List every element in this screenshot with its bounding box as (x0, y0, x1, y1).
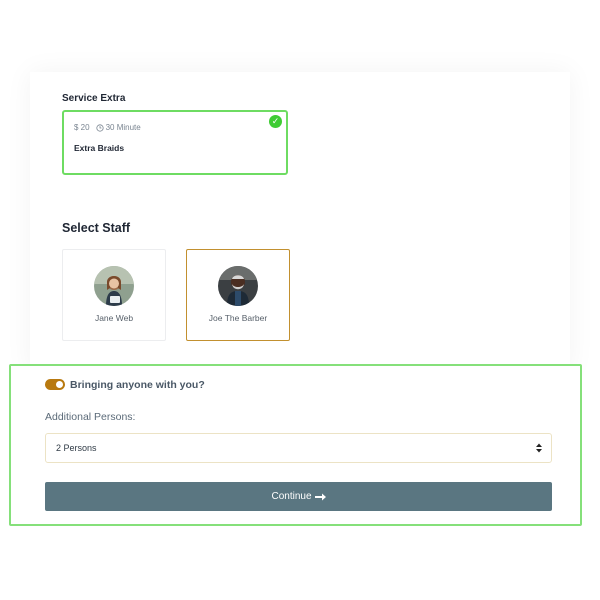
service-extra-name: Extra Braids (74, 143, 125, 153)
avatar (218, 266, 258, 306)
bring-guests-toggle[interactable] (45, 379, 65, 390)
toggle-knob (56, 381, 63, 388)
clock-icon (95, 123, 104, 132)
continue-button[interactable]: Continue (45, 482, 552, 511)
avatar (94, 266, 134, 306)
service-extra-title: Service Extra (62, 93, 126, 104)
service-extra-duration: 30 Minute (105, 123, 141, 132)
staff-card-jane-web[interactable]: Jane Web (62, 249, 166, 341)
staff-name: Jane Web (94, 313, 134, 323)
staff-photo (218, 266, 258, 306)
staff-card-joe-the-barber[interactable]: Joe The Barber (186, 249, 290, 341)
service-extra-option[interactable]: ✓ $ 20 30 Minute Extra Braids (62, 110, 288, 175)
staff-photo (94, 266, 134, 306)
service-extra-duration-group: 30 Minute (95, 123, 141, 132)
staff-name: Joe The Barber (208, 313, 268, 323)
additional-persons-label: Additional Persons: (45, 411, 136, 423)
continue-label: Continue (271, 491, 312, 502)
check-icon: ✓ (269, 115, 282, 128)
select-staff-title: Select Staff (62, 221, 131, 235)
service-extra-price: $ 20 (74, 123, 90, 132)
arrow-right-icon (314, 493, 326, 500)
service-extra-meta: $ 20 30 Minute (74, 123, 141, 132)
additional-persons-value: 2 Persons (56, 443, 97, 453)
bring-guests-label: Bringing anyone with you? (70, 379, 205, 391)
additional-persons-panel: Bringing anyone with you? Additional Per… (9, 364, 582, 526)
select-arrows-icon (536, 443, 542, 453)
additional-persons-select[interactable]: 2 Persons (45, 433, 552, 463)
